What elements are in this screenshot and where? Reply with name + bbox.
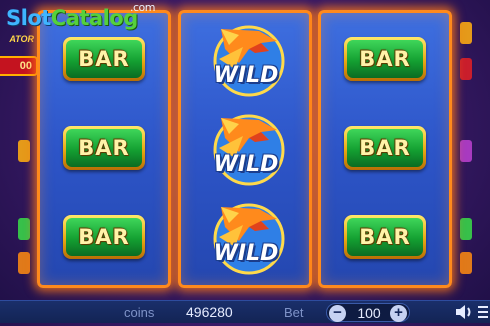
wild-symbol: WILD	[199, 108, 291, 188]
bar-symbol-label: BAR	[347, 218, 423, 256]
logo-part-catalog: Catalog	[50, 6, 138, 30]
left-line-marker	[18, 252, 30, 274]
coins-label: coins	[124, 305, 155, 320]
wild-symbol: WILD	[199, 197, 291, 277]
coins-value: 496280	[186, 304, 233, 320]
reel-1: BAR BAR BAR	[37, 10, 171, 288]
bar-symbol: BAR	[63, 37, 145, 81]
bar-symbol-label: BAR	[347, 40, 423, 78]
jackpot-badge: 00	[0, 56, 38, 76]
wild-symbol: WILD	[199, 19, 291, 99]
reel-2: WILD WILD WILD	[178, 10, 312, 288]
bet-stepper: − 100 +	[326, 303, 410, 322]
bar-symbol-label: BAR	[66, 40, 142, 78]
bar-symbol: BAR	[344, 126, 426, 170]
bar-symbol: BAR	[63, 126, 145, 170]
logo-suffix: .com	[130, 1, 156, 14]
left-line-marker	[18, 140, 30, 162]
bar-symbol-label: BAR	[66, 129, 142, 167]
slotcatalog-logo: SlotCatalog .com	[6, 1, 156, 30]
game-title-fragment: ATOR	[9, 34, 34, 44]
reel-cell: WILD	[181, 104, 309, 192]
bar-symbol: BAR	[63, 215, 145, 259]
bar-symbol-label: BAR	[347, 129, 423, 167]
bottom-bar: coins 496280 Bet − 100 +	[0, 300, 490, 323]
right-line-marker	[460, 252, 472, 274]
left-line-marker	[18, 218, 30, 240]
reel-cell: BAR	[40, 193, 168, 281]
bet-value: 100	[357, 305, 381, 321]
menu-icon[interactable]	[478, 305, 488, 324]
bet-increase-button[interactable]: +	[390, 305, 407, 322]
right-line-marker	[460, 218, 472, 240]
reel-cell: BAR	[321, 104, 449, 192]
right-line-marker	[460, 140, 472, 162]
bet-decrease-button[interactable]: −	[329, 305, 346, 322]
reel-cell: BAR	[321, 15, 449, 103]
wild-label: WILD	[213, 152, 279, 177]
bar-symbol: BAR	[344, 37, 426, 81]
reel-cell: WILD	[181, 15, 309, 103]
logo-part-slot: Slot	[6, 6, 51, 30]
right-line-marker	[460, 22, 472, 44]
reel-cell: BAR	[321, 193, 449, 281]
reel-cell: BAR	[40, 104, 168, 192]
game-stage: ATOR 00 BAR BAR BAR WILD WILD WILD BAR B…	[0, 0, 490, 300]
bar-symbol: BAR	[344, 215, 426, 259]
wild-label: WILD	[213, 63, 279, 88]
reel-3: BAR BAR BAR	[318, 10, 452, 288]
reel-cell: WILD	[181, 193, 309, 281]
bar-symbol-label: BAR	[66, 218, 142, 256]
bet-label: Bet	[284, 305, 304, 320]
right-line-marker	[460, 58, 472, 80]
wild-label: WILD	[213, 241, 279, 266]
